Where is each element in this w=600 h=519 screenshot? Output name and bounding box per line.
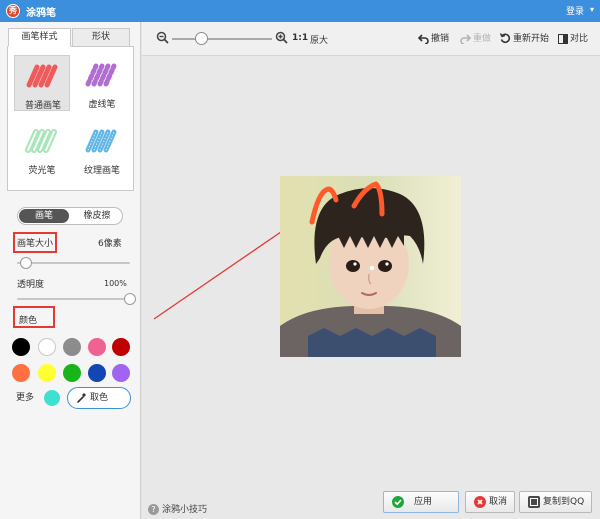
brush-normal[interactable]: 普通画笔	[14, 55, 70, 111]
texture-brush-icon	[85, 129, 117, 153]
color-swatch-dark-red[interactable]	[112, 338, 130, 356]
restart-label: 重新开始	[513, 34, 550, 44]
compare-label: 对比	[570, 34, 589, 44]
apply-button[interactable]: 应用	[383, 491, 459, 513]
brush-eraser-toggle: 画笔 橡皮擦	[17, 207, 123, 225]
color-swatch-black[interactable]	[12, 338, 30, 356]
eyedropper-icon	[77, 393, 86, 403]
title-bar: 秀 涂鸦笔 登录 ▾	[0, 0, 600, 22]
color-swatch-purple[interactable]	[112, 364, 130, 382]
highlighter-brush-icon	[25, 129, 57, 153]
zoom-ratio: 1:1	[292, 33, 309, 43]
tab-shape[interactable]: 形状	[72, 28, 130, 47]
copy-icon	[528, 496, 540, 508]
redo-button[interactable]: 重做	[460, 31, 491, 47]
normal-brush-icon	[26, 64, 58, 88]
tab-brush-style[interactable]: 画笔样式	[8, 28, 71, 47]
help-icon: ?	[148, 504, 159, 515]
compare-icon	[558, 33, 568, 44]
window-title: 涂鸦笔	[26, 8, 56, 19]
edited-photo[interactable]	[280, 176, 461, 357]
redo-label: 重做	[473, 34, 492, 44]
opacity-slider-track[interactable]	[17, 298, 130, 300]
drawing-canvas[interactable]	[142, 56, 600, 519]
child-portrait-image	[280, 176, 461, 357]
zoom-slider-track[interactable]	[172, 38, 272, 40]
current-color-indicator[interactable]	[44, 390, 60, 406]
brush-style-grid: 普通画笔 虚线笔 荧光笔 纹理画笔	[7, 46, 134, 191]
brush-settings-panel: 画笔样式 形状 普通画笔 虚线笔 荧光笔 纹理画笔 画笔 橡皮擦 画笔大小 6像…	[0, 22, 141, 519]
opacity-value: 100%	[104, 279, 127, 288]
dashed-brush-icon	[85, 63, 117, 87]
undo-icon	[417, 33, 429, 45]
restart-icon	[499, 33, 511, 44]
undo-label: 撤销	[431, 34, 450, 44]
brush-label: 普通画笔	[24, 101, 61, 111]
color-picker-button[interactable]: 取色	[67, 387, 131, 409]
opacity-label: 透明度	[17, 280, 45, 290]
eraser-mode-button[interactable]: 橡皮擦	[72, 209, 122, 223]
login-link[interactable]: 登录	[566, 4, 584, 17]
brush-size-slider-track[interactable]	[17, 262, 130, 264]
restart-button[interactable]: 重新开始	[499, 31, 550, 47]
redo-icon	[460, 33, 472, 45]
opacity-slider-thumb[interactable]	[124, 293, 136, 305]
color-picker-label: 取色	[90, 393, 109, 403]
compare-button[interactable]: 对比	[558, 31, 588, 47]
color-swatch-white[interactable]	[38, 338, 56, 356]
color-swatch-gray[interactable]	[63, 338, 81, 356]
cancel-button[interactable]: 取消	[465, 491, 515, 513]
brush-size-value: 6像素	[98, 239, 122, 249]
checkmark-icon	[392, 496, 404, 508]
brush-size-slider-thumb[interactable]	[20, 257, 33, 269]
app-logo-icon: 秀	[6, 4, 20, 18]
apply-label: 应用	[414, 497, 433, 507]
zoom-in-icon[interactable]	[275, 31, 288, 44]
color-swatch-pink[interactable]	[88, 338, 106, 356]
zoom-out-icon[interactable]	[156, 31, 169, 44]
color-swatch-orange[interactable]	[12, 364, 30, 382]
brush-texture[interactable]: 纹理画笔	[74, 121, 130, 177]
brush-size-label: 画笔大小	[13, 232, 58, 253]
zoom-slider-thumb[interactable]	[195, 32, 208, 45]
copy-to-qq-button[interactable]: 复制到QQ	[519, 491, 592, 513]
copy-to-qq-label: 复制到QQ	[543, 497, 585, 507]
cancel-label: 取消	[489, 497, 508, 507]
tips-label: 涂鸦小技巧	[162, 505, 208, 515]
close-icon	[474, 496, 486, 508]
toolbar: 1:1 原大 撤销 重做 重新开始 对比	[142, 22, 600, 56]
brush-label: 荧光笔	[28, 166, 56, 176]
brush-dashed[interactable]: 虚线笔	[74, 55, 130, 111]
brush-mode-button[interactable]: 画笔	[19, 209, 69, 223]
color-swatch-green[interactable]	[63, 364, 81, 382]
brush-label: 纹理画笔	[83, 166, 120, 176]
color-swatch-blue[interactable]	[88, 364, 106, 382]
doodle-tips-link[interactable]: ? 涂鸦小技巧	[148, 502, 207, 515]
undo-button[interactable]: 撤销	[417, 31, 450, 47]
color-swatch-yellow[interactable]	[38, 364, 56, 382]
brush-highlighter[interactable]: 荧光笔	[14, 121, 70, 177]
zoom-actual-size-button[interactable]: 原大	[310, 33, 328, 46]
brush-label: 虚线笔	[88, 100, 116, 110]
color-label: 颜色	[13, 306, 55, 328]
chevron-down-icon[interactable]: ▾	[590, 5, 594, 14]
